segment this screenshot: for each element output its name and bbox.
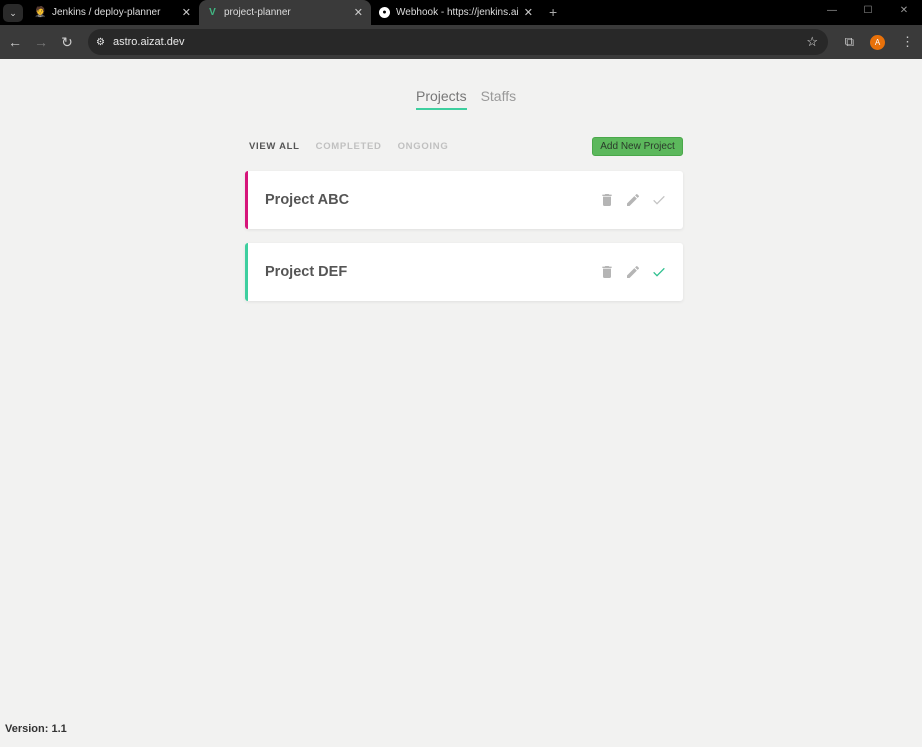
project-name: Project ABC	[265, 192, 350, 208]
avatar[interactable]: A	[870, 34, 885, 50]
tab-search-chevron-down-icon[interactable]: ⌄	[3, 4, 23, 22]
delete-trash-icon[interactable]	[599, 192, 615, 208]
window-controls: — ☐ ✕	[814, 0, 922, 22]
jenkins-icon: 🤵	[34, 7, 47, 18]
tab-projects[interactable]: Projects	[416, 88, 467, 110]
close-icon[interactable]: ✕	[182, 6, 191, 19]
github-icon: ●	[379, 7, 390, 18]
complete-check-icon[interactable]	[651, 264, 667, 280]
filter-view-all[interactable]: VIEW ALL	[249, 141, 300, 152]
close-window-icon[interactable]: ✕	[886, 0, 922, 22]
bookmark-star-icon[interactable]: ☆	[806, 34, 818, 50]
maximize-icon[interactable]: ☐	[850, 0, 886, 22]
browser-tab-project-planner[interactable]: V project-planner ✕	[199, 0, 371, 25]
reload-icon[interactable]: ↻	[54, 34, 80, 51]
tab-staffs[interactable]: Staffs	[481, 88, 517, 110]
version-label: Version: 1.1	[5, 723, 67, 735]
address-bar[interactable]: ⚙ astro.aizat.dev ☆	[88, 29, 828, 55]
filter-completed[interactable]: COMPLETED	[316, 141, 382, 152]
complete-check-icon[interactable]	[651, 192, 667, 208]
browser-toolbar: ← → ↻ ⚙ astro.aizat.dev ☆ ⧉ A ⋮	[0, 25, 922, 59]
browser-tabstrip: ⌄ 🤵 Jenkins / deploy-planner ✕ V project…	[0, 0, 922, 25]
edit-pencil-icon[interactable]	[625, 264, 641, 280]
new-tab-plus-icon[interactable]: +	[549, 4, 557, 20]
page-content: Projects Staffs VIEW ALL COMPLETED ONGOI…	[0, 59, 922, 747]
tab-title: Jenkins / deploy-planner	[52, 7, 161, 18]
edit-pencil-icon[interactable]	[625, 192, 641, 208]
forward-arrow-icon[interactable]: →	[28, 34, 54, 50]
close-icon[interactable]: ✕	[354, 6, 363, 19]
back-arrow-icon[interactable]: ←	[2, 34, 28, 50]
project-name: Project DEF	[265, 264, 348, 280]
site-settings-icon[interactable]: ⚙	[96, 37, 105, 48]
add-new-project-button[interactable]: Add New Project	[592, 137, 683, 156]
vue-icon: V	[209, 7, 216, 18]
minimize-icon[interactable]: —	[814, 0, 850, 22]
project-card[interactable]: Project DEF	[245, 243, 683, 301]
filter-ongoing[interactable]: ONGOING	[398, 141, 449, 152]
tab-title: project-planner	[224, 7, 291, 18]
browser-tab-jenkins[interactable]: 🤵 Jenkins / deploy-planner ✕	[27, 0, 199, 25]
project-filters: VIEW ALL COMPLETED ONGOING	[249, 141, 448, 152]
project-card[interactable]: Project ABC	[245, 171, 683, 229]
url-text: astro.aizat.dev	[112, 36, 185, 48]
browser-tab-webhook[interactable]: ● Webhook - https://jenkins.aizat. ✕	[371, 0, 541, 25]
delete-trash-icon[interactable]	[599, 264, 615, 280]
extensions-puzzle-icon[interactable]: ⧉	[845, 34, 854, 50]
main-nav: Projects Staffs	[416, 88, 516, 110]
more-menu-icon[interactable]: ⋮	[901, 34, 914, 50]
close-icon[interactable]: ✕	[524, 6, 533, 19]
tab-title: Webhook - https://jenkins.aizat.	[396, 7, 518, 18]
